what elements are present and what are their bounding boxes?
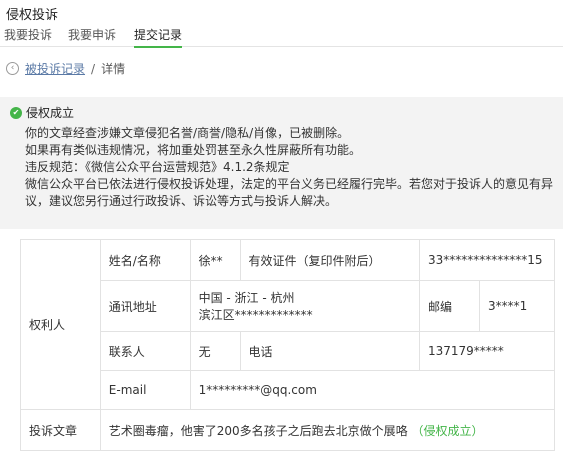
status-heading: ✔ 侵权成立 xyxy=(10,104,74,121)
name-label: 姓名/名称 xyxy=(99,239,191,281)
notice-line: 微信公众平台已依法进行侵权投诉处理，法定的平台义务已经履行完毕。若您对于投诉人的… xyxy=(25,177,554,208)
breadcrumb-link-complaint-records[interactable]: 被投诉记录 xyxy=(25,60,85,77)
id-label: 有效证件（复印件附后） xyxy=(239,239,420,281)
email-value: 1*********@qq.com xyxy=(189,370,556,410)
rights-holder-label: 权利人 xyxy=(20,239,101,410)
address-line: 滨江区************* xyxy=(198,308,313,322)
article-status: （侵权成立） xyxy=(411,423,484,438)
page-title: 侵权投诉 xyxy=(6,8,59,23)
contact-value: 无 xyxy=(189,331,241,371)
notice-body: 你的文章经查涉嫌文章侵犯名誉/商誉/隐私/肖像，已被删除。 如果再有类似违规情况… xyxy=(25,125,555,210)
article-title[interactable]: 艺术圈毒瘤，他害了200多名孩子之后跑去北京做个展咯 xyxy=(109,424,408,438)
article-cell: 艺术圈毒瘤，他害了200多名孩子之后跑去北京做个展咯 （侵权成立） xyxy=(99,409,556,451)
complaint-detail-table: 权利人 姓名/名称 徐** 有效证件（复印件附后） 33************… xyxy=(20,239,556,451)
status-text: 侵权成立 xyxy=(26,106,75,120)
address-label: 通讯地址 xyxy=(99,280,191,332)
breadcrumb-current: 详情 xyxy=(101,62,126,76)
name-value: 徐** xyxy=(189,239,241,281)
phone-value: 137179***** xyxy=(419,331,555,371)
breadcrumb: ‹ 被投诉记录 / 详情 xyxy=(6,60,125,77)
notice-line: 你的文章经查涉嫌文章侵犯名誉/商誉/隐私/肖像，已被删除。 xyxy=(25,126,350,140)
email-label: E-mail xyxy=(99,370,191,410)
tab-bar: 我要投诉 我要申诉 提交记录 xyxy=(0,24,563,48)
tab-records[interactable]: 提交记录 xyxy=(134,26,183,48)
postcode-label: 邮编 xyxy=(419,280,480,332)
address-line: 中国 - 浙江 - 杭州 xyxy=(198,291,295,305)
address-value: 中国 - 浙江 - 杭州 滨江区************* xyxy=(189,280,421,332)
phone-label: 电话 xyxy=(239,331,420,371)
notice-line: 如果再有类似违规情况，将加重处罚甚至永久性屏蔽所有功能。 xyxy=(25,143,362,157)
tab-complain[interactable]: 我要投诉 xyxy=(4,26,52,43)
result-notice: ✔ 侵权成立 你的文章经查涉嫌文章侵犯名誉/商誉/隐私/肖像，已被删除。 如果再… xyxy=(0,97,563,229)
breadcrumb-separator: / xyxy=(91,61,96,76)
back-arrow-icon[interactable]: ‹ xyxy=(6,62,19,75)
check-circle-icon: ✔ xyxy=(10,106,22,119)
contact-label: 联系人 xyxy=(99,331,191,371)
tab-appeal[interactable]: 我要申诉 xyxy=(68,26,116,43)
article-label: 投诉文章 xyxy=(20,409,101,451)
notice-line: 违反规范：《微信公众平台运营规范》4.1.2条规定 xyxy=(25,160,290,174)
id-value: 33**************15 xyxy=(419,239,555,281)
postcode-value: 3****1 xyxy=(478,280,556,332)
